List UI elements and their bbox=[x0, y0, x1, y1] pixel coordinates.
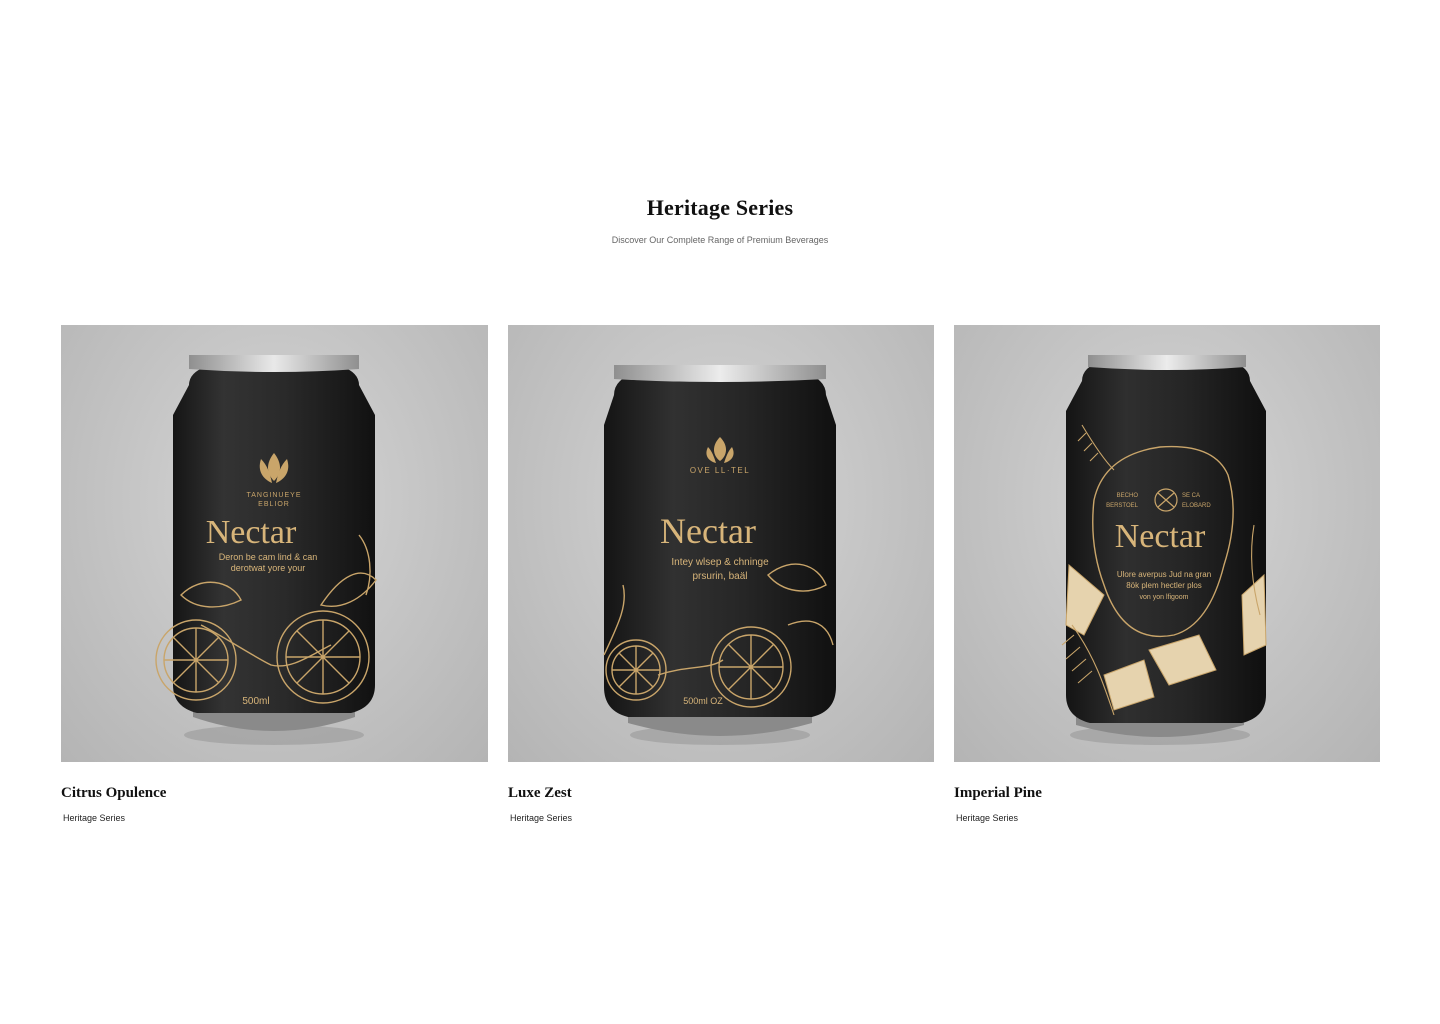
can-brand: Nectar bbox=[660, 511, 756, 551]
can-tagline-2: prsurin, baäl bbox=[692, 571, 747, 582]
can-badge-left-2: BERSTOEL bbox=[1106, 503, 1139, 509]
product-image[interactable]: BECHO BERSTOEL SE CA ELOBARD Nectar Ulor… bbox=[954, 325, 1380, 762]
product-image[interactable]: OVE LL·TEL Nectar Intey wlsep & chninge … bbox=[508, 325, 934, 762]
can-tagline-2: 8ök plem hectler plos bbox=[1126, 581, 1202, 590]
page-title: Heritage Series bbox=[646, 195, 794, 220]
product-title[interactable]: Imperial Pine bbox=[954, 783, 1380, 803]
can-tagline-1: Deron be cam lind & can bbox=[219, 552, 318, 562]
can-volume: 500ml OZ bbox=[683, 696, 723, 706]
page-header: Heritage Series Discover Our Complete Ra… bbox=[0, 192, 1440, 246]
can-volume: 500ml bbox=[242, 696, 269, 707]
product-collection: Heritage Series bbox=[63, 813, 126, 823]
product-title[interactable]: Luxe Zest bbox=[508, 783, 934, 803]
page-subtitle: Discover Our Complete Range of Premium B… bbox=[611, 235, 829, 245]
can-badge-line-1: OVE LL·TEL bbox=[690, 466, 750, 475]
can-illustration: BECHO BERSTOEL SE CA ELOBARD Nectar Ulor… bbox=[1061, 355, 1267, 745]
product-card-citrus-opulence[interactable]: TANGINUEYE EBLIOR Nectar Deron be cam li… bbox=[61, 325, 488, 824]
can-badge-line-1: TANGINUEYE bbox=[247, 492, 302, 499]
product-collection: Heritage Series bbox=[956, 813, 1019, 823]
product-image[interactable]: TANGINUEYE EBLIOR Nectar Deron be cam li… bbox=[61, 325, 488, 762]
can-tagline-2: derotwat yore your bbox=[231, 563, 306, 573]
can-badge-right-1: SE CA bbox=[1182, 493, 1200, 499]
can-badge-left-1: BECHO bbox=[1117, 493, 1139, 499]
product-card-imperial-pine[interactable]: BECHO BERSTOEL SE CA ELOBARD Nectar Ulor… bbox=[954, 325, 1380, 824]
can-tagline-1: Ulore averpus Jud na gran bbox=[1117, 570, 1211, 579]
can-tagline-1: Intey wlsep & chninge bbox=[671, 557, 769, 568]
product-grid: TANGINUEYE EBLIOR Nectar Deron be cam li… bbox=[61, 325, 1381, 835]
product-collection: Heritage Series bbox=[510, 813, 573, 823]
product-card-luxe-zest[interactable]: OVE LL·TEL Nectar Intey wlsep & chninge … bbox=[508, 325, 934, 824]
can-brand: Nectar bbox=[206, 514, 297, 551]
can-badge-line-2: EBLIOR bbox=[258, 501, 290, 508]
can-brand: Nectar bbox=[1115, 518, 1206, 555]
can-illustration: TANGINUEYE EBLIOR Nectar Deron be cam li… bbox=[155, 355, 377, 745]
can-tagline-3: von yon lfigoom bbox=[1139, 594, 1188, 601]
product-title[interactable]: Citrus Opulence bbox=[61, 783, 488, 803]
can-badge-right-2: ELOBARD bbox=[1182, 503, 1211, 509]
can-illustration: OVE LL·TEL Nectar Intey wlsep & chninge … bbox=[603, 365, 836, 745]
